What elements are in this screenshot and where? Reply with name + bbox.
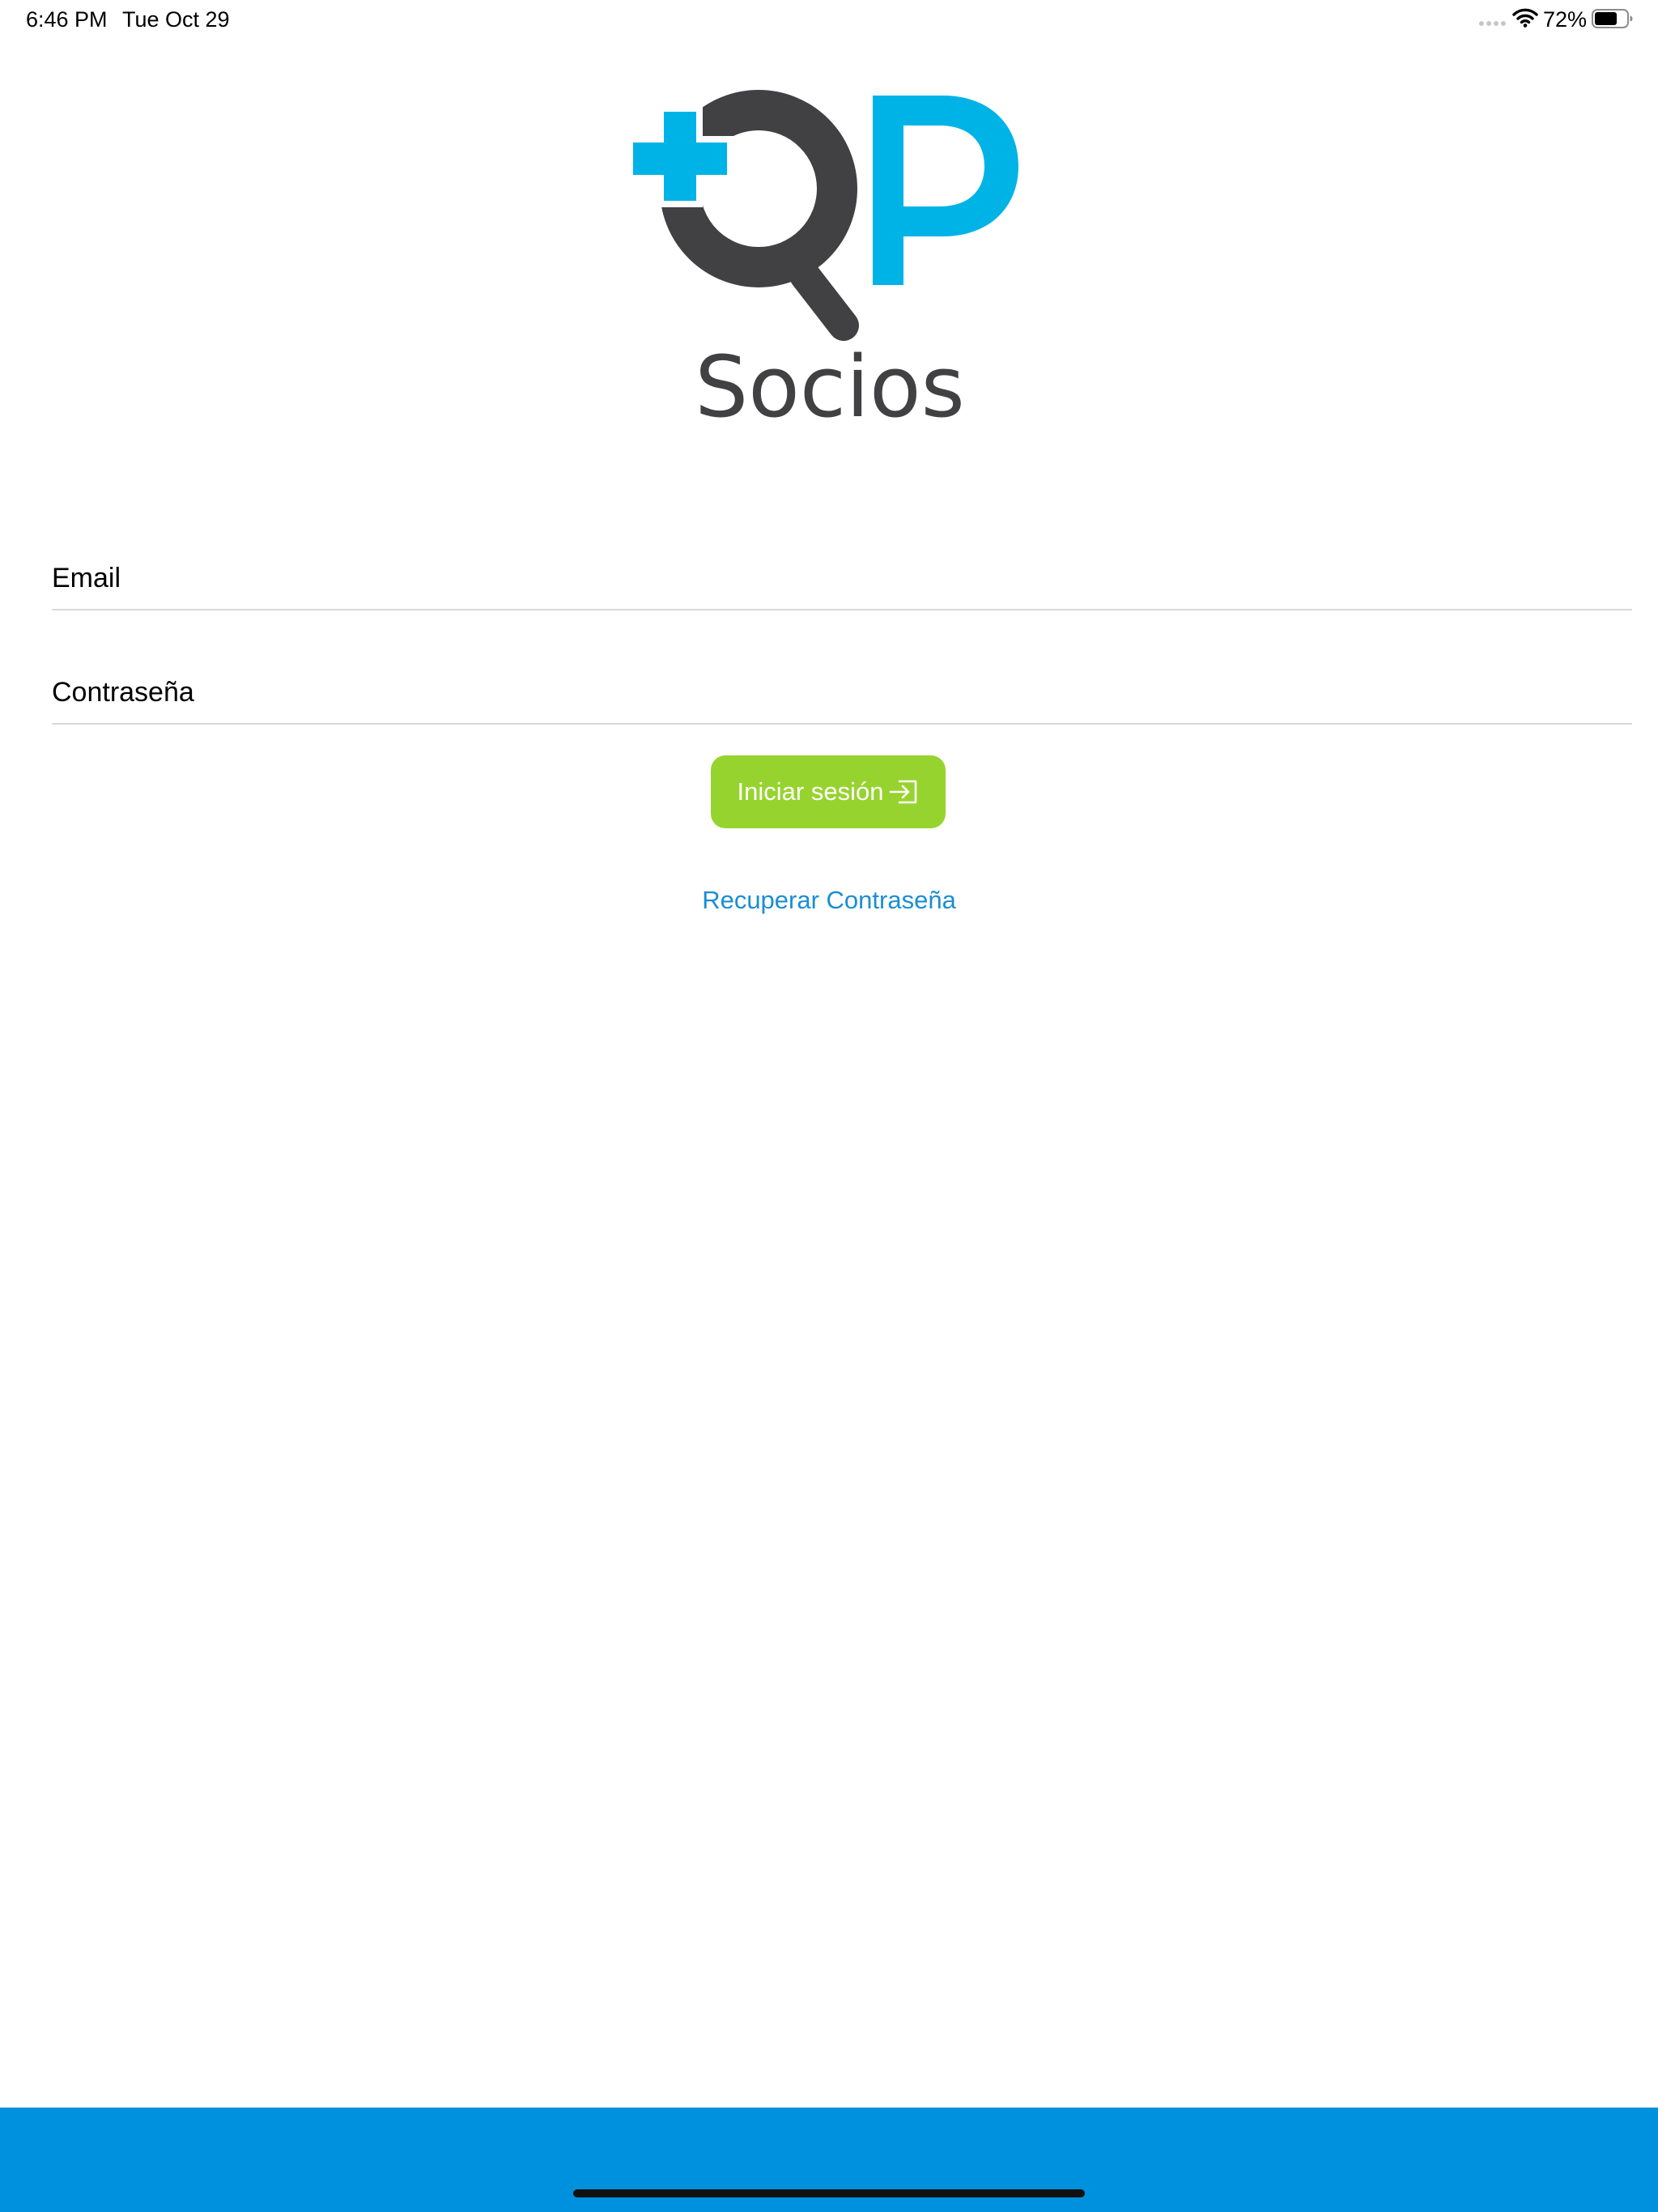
email-field-row <box>52 544 1632 610</box>
status-time: 6:46 PM <box>26 7 108 32</box>
wifi-icon <box>1512 8 1538 28</box>
email-input[interactable] <box>52 555 1632 601</box>
battery-percent: 72% <box>1543 7 1588 32</box>
login-button[interactable]: Iniciar sesión <box>711 755 946 828</box>
status-date: Tue Oct 29 <box>122 7 230 32</box>
sign-in-icon <box>890 780 917 804</box>
login-button-label: Iniciar sesión <box>737 777 884 806</box>
cellular-dots-icon <box>1479 21 1506 26</box>
qp-socios-logo: Socios <box>631 90 1018 429</box>
battery-icon <box>1592 9 1633 28</box>
password-input[interactable] <box>52 670 1632 715</box>
recover-password-link[interactable]: Recuperar Contraseña <box>0 883 1658 918</box>
letter-p-mark <box>873 96 1018 285</box>
password-field-row <box>52 658 1632 725</box>
logo-brand-text: Socios <box>695 338 965 429</box>
status-bar: 6:46 PM Tue Oct 29 72% <box>0 0 1658 39</box>
home-indicator[interactable] <box>573 2189 1085 2197</box>
